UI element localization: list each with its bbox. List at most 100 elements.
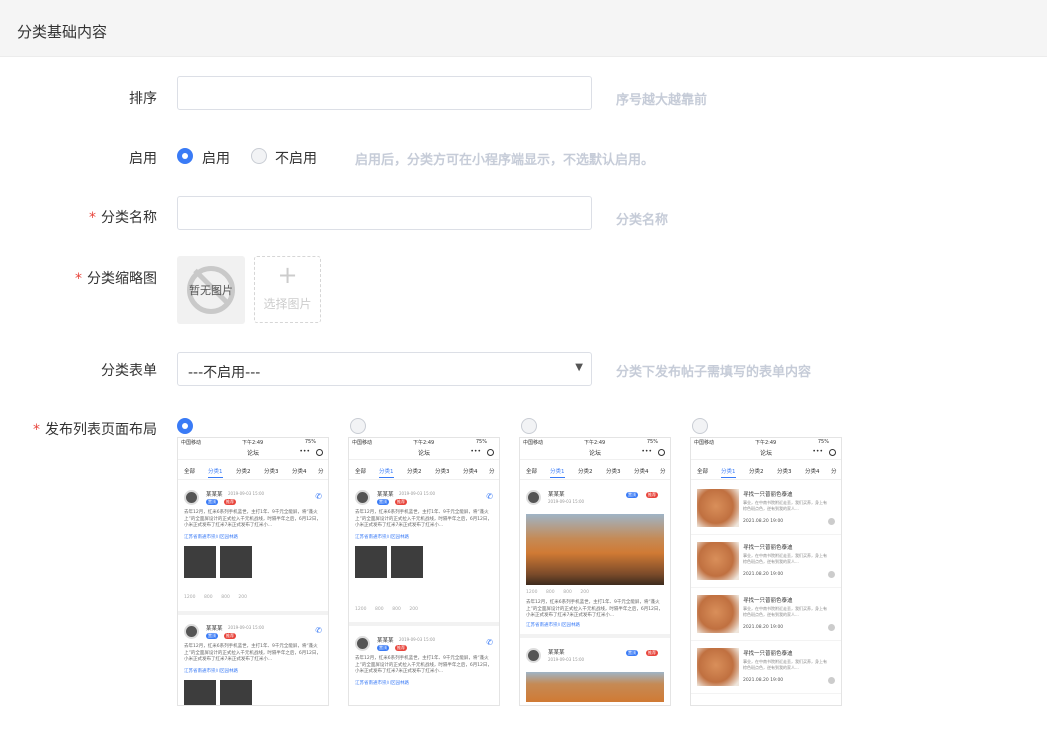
battery-text: 75%: [817, 439, 829, 445]
post-image: [391, 546, 423, 578]
list-image: [697, 595, 739, 633]
preview-tab: 分类2: [407, 469, 422, 475]
user-name: 某某某: [548, 492, 565, 498]
preview-tab: 分类3: [264, 469, 279, 475]
list-image: [697, 542, 739, 580]
post-stats: 1200 800 800 200: [184, 595, 248, 600]
layout-radio-1[interactable]: [177, 418, 193, 434]
recommend-badge: 推荐: [395, 645, 407, 651]
list-image: [697, 489, 739, 527]
preview-tab: 全部: [526, 469, 538, 475]
preview-tab: 分类2: [578, 469, 593, 475]
post-date: 2019-09-03 15:00: [228, 625, 265, 630]
carrier-text: 中国移动: [181, 440, 202, 446]
preview-tab: 分类2: [749, 469, 764, 475]
sort-hint: 序号越大越靠前: [616, 93, 708, 108]
phone-icon: [828, 518, 835, 525]
list-date: 2021.08.20 19:00: [743, 678, 784, 683]
post-date: 2019-09-03 15:00: [399, 637, 436, 642]
preview-tab: 分类3: [777, 469, 792, 475]
enable-radio-on[interactable]: [177, 148, 193, 164]
layout-radio-4[interactable]: [692, 418, 708, 434]
caret-down-icon: ▼: [575, 362, 583, 373]
top-badge: 置顶: [206, 633, 218, 639]
user-name: 某某某: [206, 626, 223, 632]
post-stats: 1200 800 800 200: [355, 607, 419, 612]
preview-tab: 分类3: [435, 469, 450, 475]
avatar: [184, 624, 199, 639]
layout-label: * 发布列表页面布局: [33, 422, 157, 438]
post-image: [220, 546, 252, 578]
post-date: 2019-09-03 15:00: [228, 491, 265, 496]
avatar: [355, 490, 370, 505]
recommend-badge: 推荐: [646, 650, 658, 656]
layout-radio-3[interactable]: [521, 418, 537, 434]
location-text: 江苏省南通市崇川区园林路: [355, 681, 409, 686]
list-title: 寻找一只普丽色泰迪: [743, 598, 793, 604]
list-item: 寻找一只普丽色泰迪事业，在中南书院附近走丢，我们买养，身上有棕色斑点色，逆有到我…: [691, 482, 841, 535]
name-label: * 分类名称: [89, 210, 157, 226]
status-time: 下午2:49: [755, 440, 777, 446]
user-name: 某某某: [206, 492, 223, 498]
target-icon: [487, 449, 494, 456]
list-title: 寻找一只普丽色泰迪: [743, 492, 793, 498]
avatar: [184, 490, 199, 505]
list-desc: 事业，在中南书院附近走丢，我们买养，身上有棕色斑点色，逆有到我的家人...: [743, 659, 827, 670]
sort-input[interactable]: [177, 76, 592, 110]
phone-icon: ✆: [486, 492, 493, 501]
battery-text: 75%: [646, 439, 658, 445]
layout-preview-2[interactable]: 中国移动 下午2:49 75% 论坛 ••• 全部 分类1 分类2 分类3 分类4 分某某某 2019…: [348, 437, 500, 706]
phone-icon: [828, 624, 835, 631]
post-image: [526, 514, 664, 585]
enable-hint: 启用后，分类方可在小程序端显示，不选默认启用。: [355, 153, 655, 168]
carrier-text: 中国移动: [694, 440, 715, 446]
layout-preview-3[interactable]: 中国移动 下午2:49 75% 论坛 ••• 全部 分类1 分类2 分类3 分类4 分某某某 2019…: [519, 437, 671, 706]
enable-option-label[interactable]: 启用: [202, 148, 230, 168]
more-icon: •••: [641, 448, 652, 455]
post-date: 2019-09-03 15:00: [548, 657, 585, 662]
form-hint: 分类下发布帖子需填写的表单内容: [616, 365, 812, 380]
name-input[interactable]: [177, 196, 592, 230]
preview-tab: 分类1: [379, 469, 394, 478]
post-text: 去年12月，红米6系列手机蓝世，主打1年、9千元全能屏，将“蓬火上”的全面屏设计…: [184, 510, 321, 528]
recommend-badge: 推荐: [395, 499, 407, 505]
plus-icon: +: [277, 261, 298, 289]
form-select[interactable]: ---不启用--- ▼: [177, 352, 592, 386]
preview-tab: 全部: [355, 469, 367, 475]
status-time: 下午2:49: [413, 440, 435, 446]
location-text: 江苏省南通市崇川区园林路: [355, 535, 409, 540]
form-label: 分类表单: [101, 363, 157, 379]
preview-tab: 分类2: [236, 469, 251, 475]
layout-preview-1[interactable]: 中国移动 下午2:49 75% 论坛 ••• 全部 分类1 分类2 分类3 分类4 分某某某 2019…: [177, 437, 329, 706]
location-text: 江苏省南通市崇川区园林路: [526, 623, 580, 628]
post-image: [184, 546, 216, 578]
preview-tab: 全部: [697, 469, 709, 475]
enable-radio-off[interactable]: [251, 148, 267, 164]
post-stats: 1200 800 800 200: [526, 590, 590, 595]
target-icon: [829, 449, 836, 456]
preview-tab: 分: [831, 469, 837, 475]
choose-image-button[interactable]: + 选择图片: [254, 256, 321, 323]
user-name: 某某某: [377, 492, 394, 498]
list-desc: 事业，在中南书院附近走丢，我们买养，身上有棕色斑点色，逆有到我的家人...: [743, 500, 827, 511]
name-hint: 分类名称: [616, 213, 669, 228]
disable-option-label[interactable]: 不启用: [275, 148, 317, 168]
preview-tab: 全部: [184, 469, 196, 475]
user-name: 某某某: [377, 638, 394, 644]
preview-tab: 分类3: [606, 469, 621, 475]
list-title: 寻找一只普丽色泰迪: [743, 651, 793, 657]
layout-radio-2[interactable]: [350, 418, 366, 434]
list-item: 寻找一只普丽色泰迪事业，在中南书院附近走丢，我们买养，身上有棕色斑点色，逆有到我…: [691, 641, 841, 694]
list-title: 寻找一只普丽色泰迪: [743, 545, 793, 551]
recommend-badge: 推荐: [646, 492, 658, 498]
thumbnail-preview: 暂无图片: [177, 256, 245, 324]
more-icon: •••: [470, 448, 481, 455]
section-header: 分类基础内容: [0, 0, 1047, 57]
preview-tab: 分: [660, 469, 666, 475]
post-text: 去年12月，红米6系列手机蓝世，主打1年、9千元全能屏，将“蓬火上”的全面屏设计…: [355, 656, 492, 674]
choose-image-label: 选择图片: [263, 297, 312, 311]
layout-preview-4[interactable]: 中国移动 下午2:49 75% 论坛 ••• 全部 分类1 分类2 分类3 分类4 分寻找一只普丽色…: [690, 437, 842, 706]
enable-label: 启用: [129, 151, 157, 167]
top-badge: 置顶: [377, 645, 389, 651]
preview-tab: 分类4: [805, 469, 820, 475]
